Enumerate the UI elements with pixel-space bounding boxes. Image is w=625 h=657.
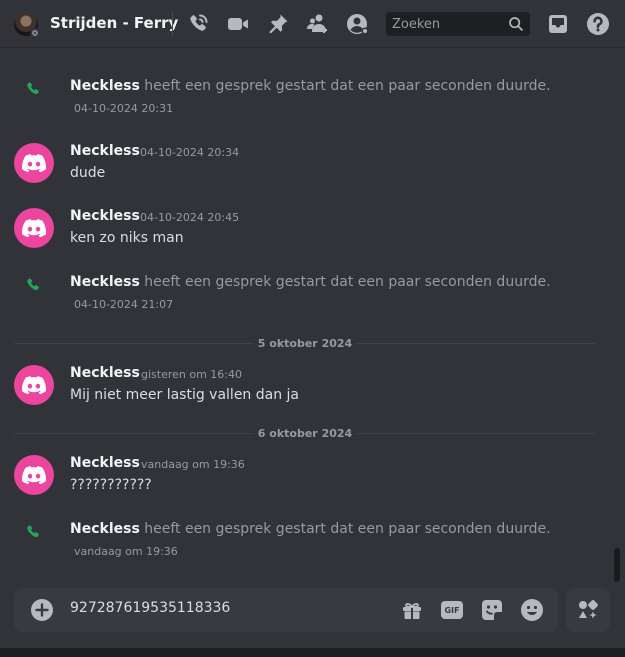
video-camera-icon[interactable] <box>226 12 250 36</box>
date-divider: 5 oktober 2024 <box>14 337 596 350</box>
timestamp: vandaag om 19:36 <box>74 545 178 558</box>
call-green-icon <box>27 525 39 538</box>
discord-logo-icon <box>22 375 46 394</box>
clipped-message-fragment <box>70 44 160 48</box>
search-input[interactable] <box>392 16 504 32</box>
chat-message: Neckless 04-10-2024 20:34 dude <box>0 143 610 187</box>
window-bottom-edge <box>0 648 625 657</box>
user-avatar[interactable] <box>14 365 54 405</box>
call-green-icon <box>27 278 39 291</box>
help-icon[interactable] <box>586 12 610 36</box>
author-name[interactable]: Neckless <box>70 274 140 290</box>
author-name[interactable]: Neckless <box>70 208 140 224</box>
search-icon <box>509 17 523 31</box>
channel-title: Strijden - Ferry <box>50 14 179 32</box>
chat-message: Neckless vandaag om 19:36 ??????????? <box>0 455 610 499</box>
apps-icon <box>579 600 598 619</box>
date-label: 5 oktober 2024 <box>253 337 357 350</box>
date-divider: 6 oktober 2024 <box>14 427 596 440</box>
status-offline-icon <box>30 28 40 38</box>
message-composer: GIF <box>14 588 558 632</box>
add-attachment-icon[interactable] <box>30 598 54 622</box>
message-content: Mij niet meer lastig vallen dan ja <box>70 387 300 403</box>
emoji-icon[interactable] <box>520 598 544 622</box>
date-label: 6 oktober 2024 <box>253 427 357 440</box>
timestamp: gisteren om 16:40 <box>141 368 243 381</box>
chat-message: Neckless gisteren om 16:40 Mij niet meer… <box>0 365 610 409</box>
chat-message: Neckless 04-10-2024 20:45 ken zo niks ma… <box>0 208 610 252</box>
inbox-icon[interactable] <box>546 12 570 36</box>
timestamp: vandaag om 19:36 <box>141 458 245 471</box>
header-divider <box>172 12 173 36</box>
author-name[interactable]: Neckless <box>70 78 140 94</box>
channel-header: Strijden - Ferry <box>0 0 625 48</box>
scrollbar-track[interactable] <box>613 50 621 580</box>
system-text: heeft een gesprek gestart dat een paar s… <box>144 78 551 94</box>
message-content: ken zo niks man <box>70 230 184 246</box>
add-member-icon[interactable] <box>306 12 330 36</box>
search-box[interactable] <box>386 12 530 36</box>
discord-logo-icon <box>22 153 46 172</box>
author-name[interactable]: Neckless <box>70 521 140 537</box>
user-avatar[interactable] <box>14 208 54 248</box>
scrollbar-thumb[interactable] <box>614 548 620 582</box>
user-profile-icon[interactable] <box>346 12 370 36</box>
message-content: ??????????? <box>70 477 152 493</box>
apps-button[interactable] <box>566 588 610 632</box>
message-input[interactable] <box>70 600 370 616</box>
phone-call-icon[interactable] <box>186 12 210 36</box>
author-name[interactable]: Neckless <box>70 143 140 159</box>
author-name[interactable]: Neckless <box>70 455 140 471</box>
system-text: heeft een gesprek gestart dat een paar s… <box>144 274 551 290</box>
timestamp: 04-10-2024 20:34 <box>140 146 240 159</box>
call-green-icon <box>27 82 39 95</box>
timestamp: 04-10-2024 20:45 <box>140 211 240 224</box>
call-system-message: Neckless heeft een gesprek gestart dat e… <box>0 519 610 563</box>
pin-icon[interactable] <box>266 12 290 36</box>
discord-logo-icon <box>22 465 46 484</box>
gift-icon[interactable] <box>400 598 424 622</box>
gif-label: GIF <box>441 601 463 619</box>
timestamp: 04-10-2024 21:07 <box>74 298 174 311</box>
discord-logo-icon <box>22 218 46 237</box>
author-name[interactable]: Neckless <box>70 365 140 381</box>
system-text: heeft een gesprek gestart dat een paar s… <box>144 521 551 537</box>
gif-icon[interactable]: GIF <box>440 598 464 622</box>
user-avatar[interactable] <box>14 143 54 183</box>
user-avatar[interactable] <box>14 455 54 495</box>
sticker-icon[interactable] <box>480 598 504 622</box>
timestamp: 04-10-2024 20:31 <box>74 102 174 115</box>
call-system-message: Neckless heeft een gesprek gestart dat e… <box>0 272 610 316</box>
message-content: dude <box>70 165 106 181</box>
call-system-message: Neckless heeft een gesprek gestart dat e… <box>0 76 610 120</box>
